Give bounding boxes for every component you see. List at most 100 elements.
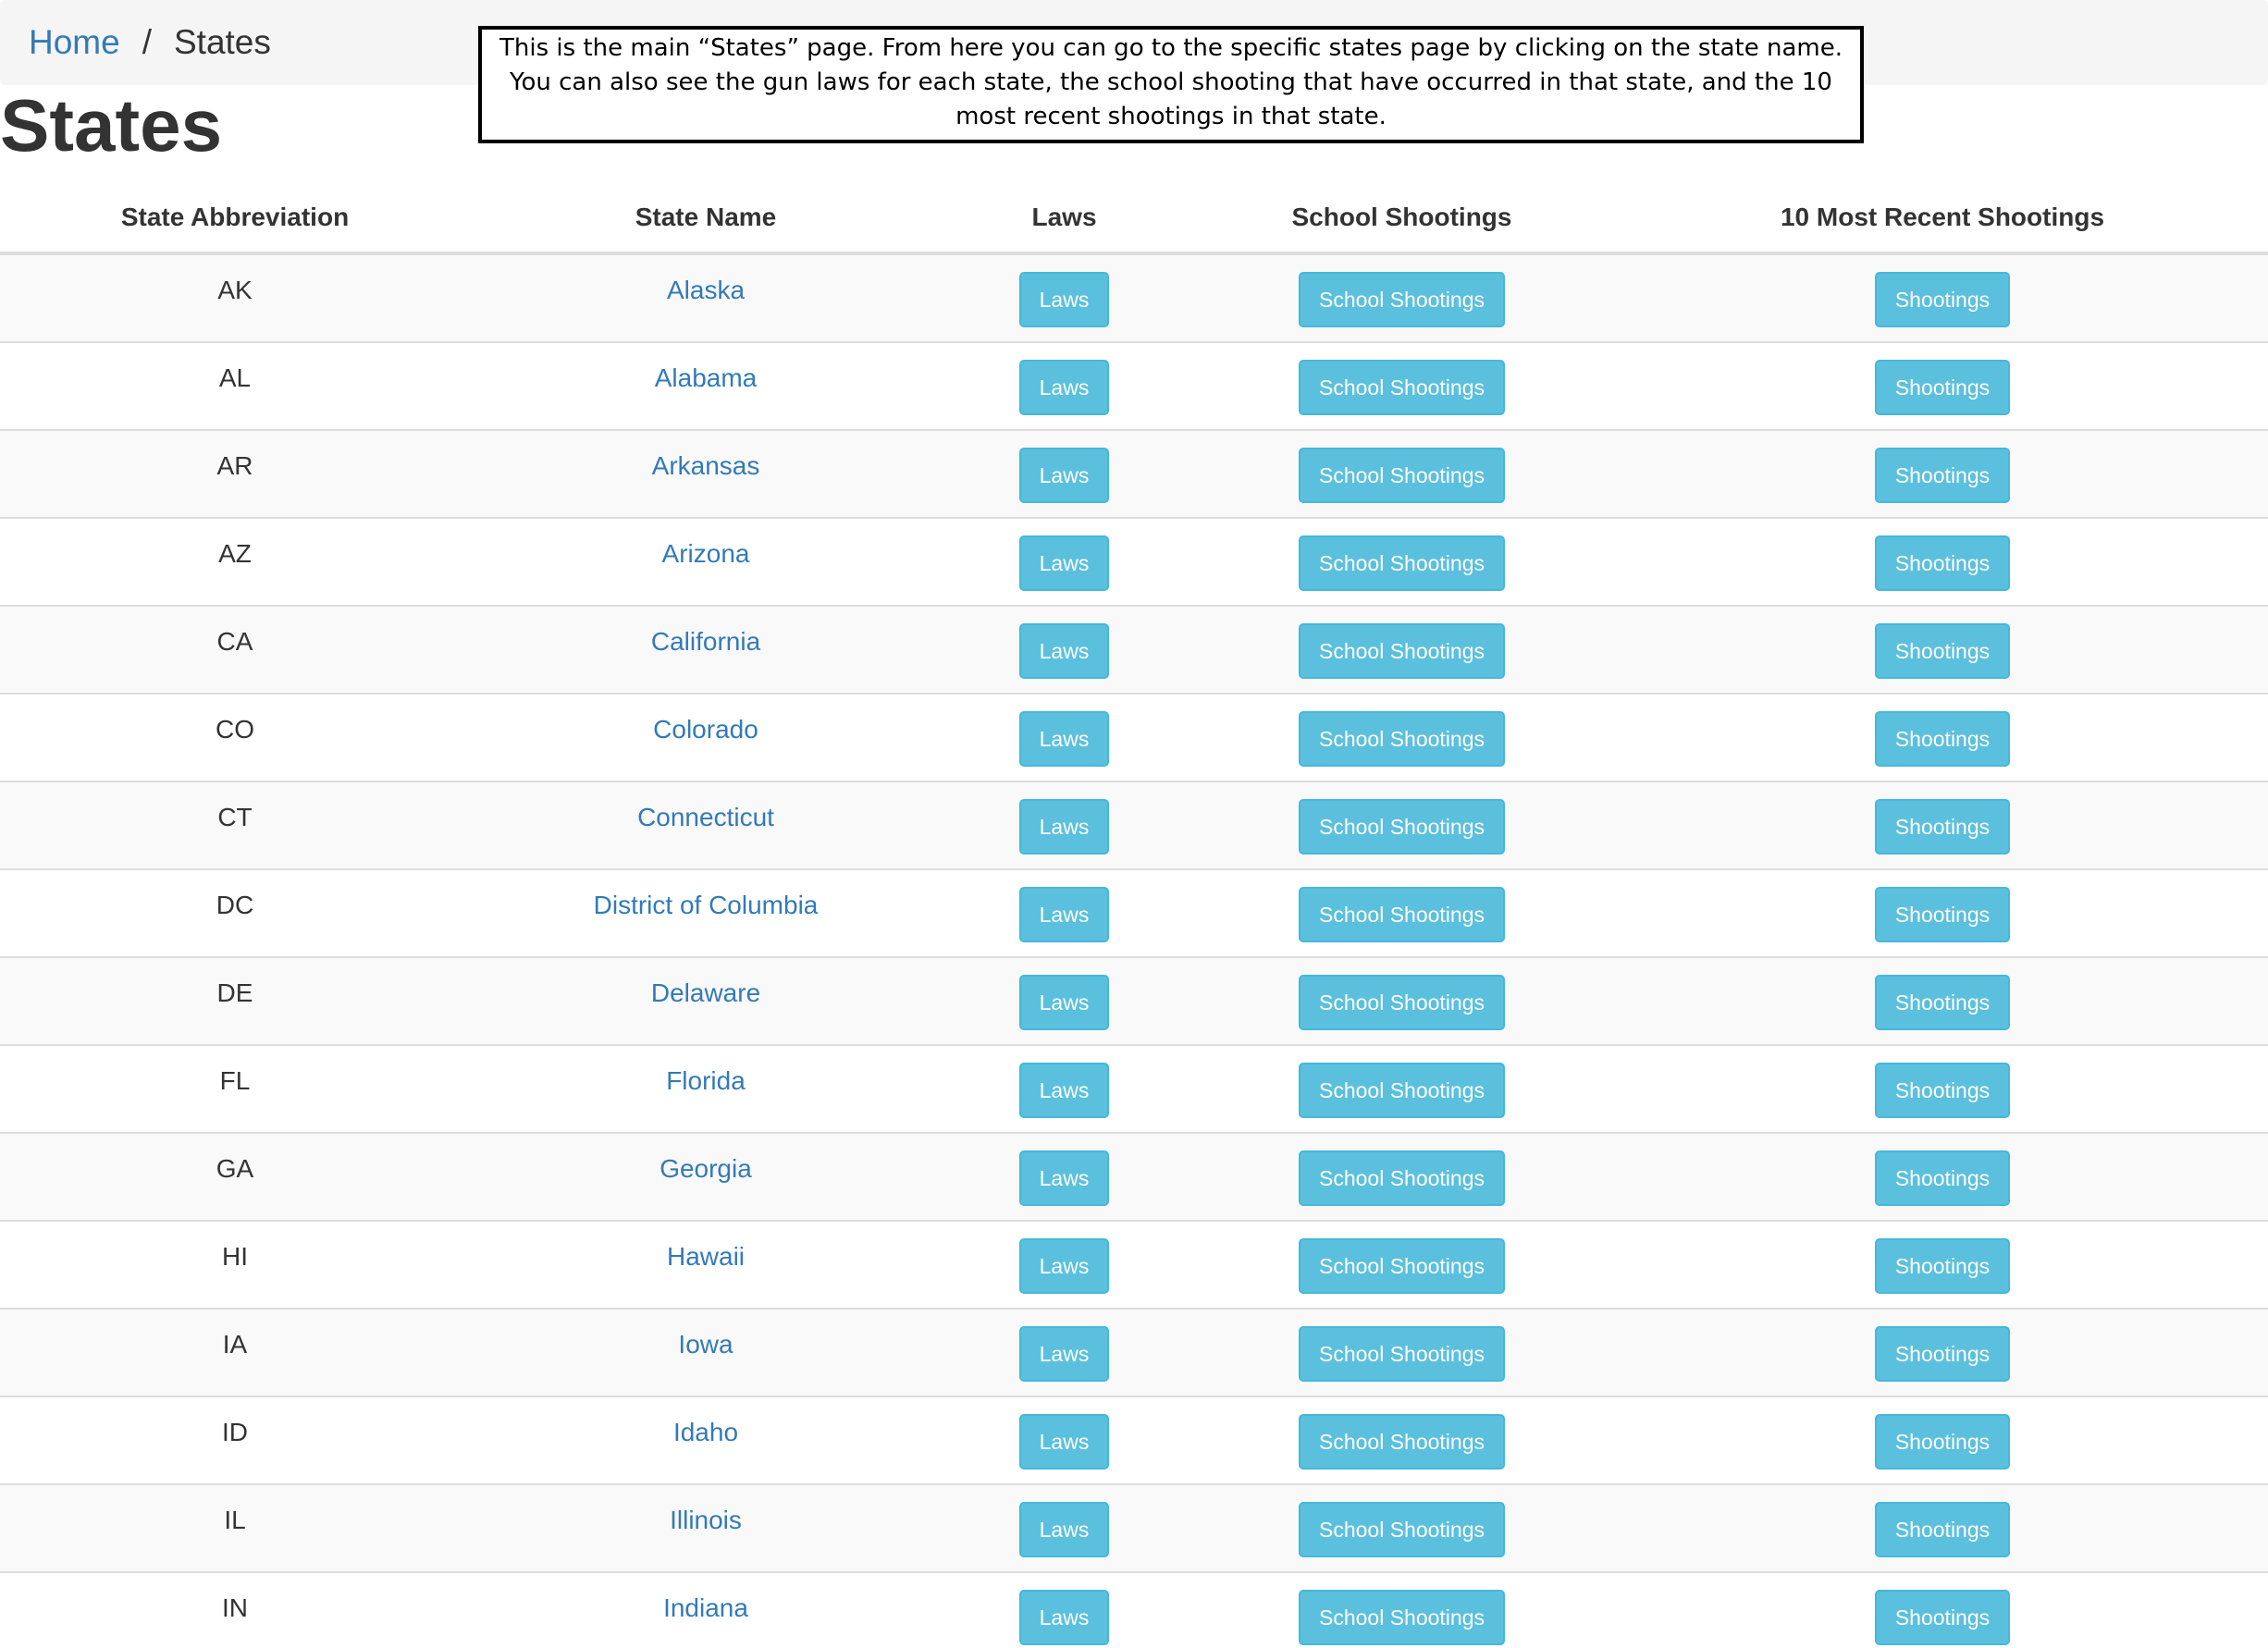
state-abbreviation: CT — [217, 802, 253, 831]
recent-shootings-button[interactable]: Shootings — [1874, 359, 2011, 415]
recent-shootings-button[interactable]: Shootings — [1874, 271, 2011, 327]
state-abbreviation-cell: FL — [0, 1044, 470, 1133]
table-row: AK Alaska Laws School Shootings Shootings — [0, 252, 2268, 342]
state-name-link[interactable]: Illinois — [670, 1506, 742, 1534]
recent-shootings-button[interactable]: Shootings — [1874, 1150, 2011, 1206]
state-name-cell: Hawaii — [470, 1220, 942, 1309]
recent-shootings-button[interactable]: Shootings — [1874, 974, 2011, 1030]
state-name-link[interactable]: Delaware — [651, 978, 760, 1007]
state-name-link[interactable]: Alabama — [655, 363, 758, 392]
state-name-cell: Idaho — [470, 1396, 942, 1484]
school-shootings-button[interactable]: School Shootings — [1298, 535, 1505, 591]
school-shootings-button[interactable]: School Shootings — [1298, 1413, 1505, 1470]
school-shootings-button[interactable]: School Shootings — [1298, 447, 1505, 503]
school-shootings-button[interactable]: School Shootings — [1298, 1150, 1505, 1206]
state-name-link[interactable]: Georgia — [659, 1154, 752, 1183]
breadcrumb-home-link[interactable]: Home — [29, 23, 120, 62]
recent-shootings-button[interactable]: Shootings — [1874, 622, 2011, 679]
state-name-link[interactable]: Florida — [666, 1066, 746, 1095]
laws-button[interactable]: Laws — [1018, 1413, 1110, 1470]
laws-button[interactable]: Laws — [1018, 359, 1110, 415]
state-abbreviation: HI — [222, 1241, 248, 1271]
school-shootings-cell: School Shootings — [1187, 1396, 1617, 1484]
laws-cell: Laws — [942, 605, 1187, 694]
laws-cell: Laws — [942, 956, 1187, 1045]
school-shootings-cell: School Shootings — [1187, 252, 1617, 342]
state-name-link[interactable]: Indiana — [663, 1593, 748, 1622]
state-name-cell: District of Columbia — [470, 868, 942, 957]
school-shootings-button[interactable]: School Shootings — [1298, 974, 1505, 1030]
laws-button[interactable]: Laws — [1018, 798, 1110, 855]
recent-shootings-cell: Shootings — [1617, 1483, 2268, 1572]
state-abbreviation-cell: AK — [0, 252, 470, 342]
recent-shootings-cell: Shootings — [1617, 517, 2268, 606]
recent-shootings-button[interactable]: Shootings — [1874, 1413, 2011, 1470]
state-name-link[interactable]: Hawaii — [667, 1242, 745, 1271]
laws-button[interactable]: Laws — [1018, 1501, 1110, 1557]
school-shootings-cell: School Shootings — [1187, 429, 1617, 518]
school-shootings-cell: School Shootings — [1187, 1308, 1617, 1396]
recent-shootings-cell: Shootings — [1617, 693, 2268, 781]
school-shootings-button[interactable]: School Shootings — [1298, 710, 1505, 767]
laws-button[interactable]: Laws — [1018, 974, 1110, 1030]
school-shootings-button[interactable]: School Shootings — [1298, 622, 1505, 679]
school-shootings-cell: School Shootings — [1187, 1220, 1617, 1309]
table-row: IN Indiana Laws School Shootings Shootings — [0, 1571, 2268, 1648]
laws-button[interactable]: Laws — [1018, 1150, 1110, 1206]
recent-shootings-button[interactable]: Shootings — [1874, 1062, 2011, 1118]
state-abbreviation: IL — [224, 1505, 246, 1534]
state-name-link[interactable]: Iowa — [678, 1330, 733, 1359]
recent-shootings-button[interactable]: Shootings — [1874, 1237, 2011, 1294]
recent-shootings-button[interactable]: Shootings — [1874, 886, 2011, 942]
recent-shootings-button[interactable]: Shootings — [1874, 710, 2011, 767]
school-shootings-cell: School Shootings — [1187, 956, 1617, 1045]
laws-cell: Laws — [942, 429, 1187, 518]
table-row: AZ Arizona Laws School Shootings Shootings — [0, 517, 2268, 606]
laws-button[interactable]: Laws — [1018, 271, 1110, 327]
laws-button[interactable]: Laws — [1018, 1325, 1110, 1382]
state-name-link[interactable]: District of Columbia — [594, 891, 819, 919]
state-name-link[interactable]: Arizona — [662, 539, 750, 568]
laws-button[interactable]: Laws — [1018, 1589, 1110, 1645]
school-shootings-button[interactable]: School Shootings — [1298, 1325, 1505, 1382]
state-name-link[interactable]: Alaska — [667, 276, 745, 304]
laws-button[interactable]: Laws — [1018, 1062, 1110, 1118]
recent-shootings-cell: Shootings — [1617, 429, 2268, 518]
school-shootings-cell: School Shootings — [1187, 693, 1617, 781]
recent-shootings-button[interactable]: Shootings — [1874, 1325, 2011, 1382]
laws-cell: Laws — [942, 252, 1187, 342]
recent-shootings-cell: Shootings — [1617, 956, 2268, 1045]
laws-button[interactable]: Laws — [1018, 886, 1110, 942]
laws-button[interactable]: Laws — [1018, 622, 1110, 679]
table-row: AL Alabama Laws School Shootings Shootings — [0, 341, 2268, 430]
table-row: IA Iowa Laws School Shootings Shootings — [0, 1308, 2268, 1396]
laws-button[interactable]: Laws — [1018, 1237, 1110, 1294]
school-shootings-button[interactable]: School Shootings — [1298, 271, 1505, 327]
laws-button[interactable]: Laws — [1018, 447, 1110, 503]
recent-shootings-button[interactable]: Shootings — [1874, 447, 2011, 503]
state-abbreviation: CO — [216, 714, 254, 744]
state-name-link[interactable]: Connecticut — [637, 803, 774, 831]
school-shootings-button[interactable]: School Shootings — [1298, 1237, 1505, 1294]
state-abbreviation: FL — [219, 1065, 251, 1095]
page-title: States — [0, 84, 223, 166]
school-shootings-button[interactable]: School Shootings — [1298, 1062, 1505, 1118]
school-shootings-button[interactable]: School Shootings — [1298, 1589, 1505, 1645]
state-abbreviation: CA — [216, 626, 253, 656]
recent-shootings-button[interactable]: Shootings — [1874, 1501, 2011, 1557]
school-shootings-button[interactable]: School Shootings — [1298, 798, 1505, 855]
school-shootings-button[interactable]: School Shootings — [1298, 1501, 1505, 1557]
state-name-link[interactable]: Colorado — [653, 715, 758, 744]
school-shootings-button[interactable]: School Shootings — [1298, 359, 1505, 415]
state-name-link[interactable]: Arkansas — [652, 451, 760, 480]
laws-button[interactable]: Laws — [1018, 535, 1110, 591]
recent-shootings-button[interactable]: Shootings — [1874, 1589, 2011, 1645]
laws-button[interactable]: Laws — [1018, 710, 1110, 767]
school-shootings-button[interactable]: School Shootings — [1298, 886, 1505, 942]
recent-shootings-cell: Shootings — [1617, 1396, 2268, 1484]
recent-shootings-button[interactable]: Shootings — [1874, 798, 2011, 855]
recent-shootings-button[interactable]: Shootings — [1874, 535, 2011, 591]
school-shootings-cell: School Shootings — [1187, 1483, 1617, 1572]
state-name-link[interactable]: Idaho — [673, 1418, 738, 1446]
state-name-link[interactable]: California — [651, 627, 760, 656]
